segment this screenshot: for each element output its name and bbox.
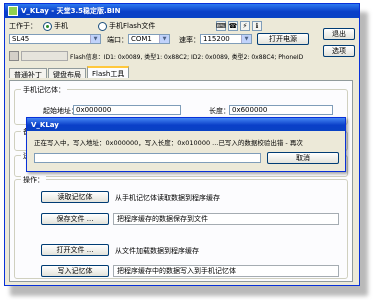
port-label: 端口：: [107, 36, 128, 44]
start-address-input[interactable]: 0x000000: [73, 105, 181, 115]
tab-common-patch[interactable]: 普通补丁: [9, 68, 47, 79]
flash-tools-panel: 手机记忆体： 起始地址： 0x000000 长度： 0x600000 备 送 操…: [9, 80, 353, 282]
read-memory-desc: 从手机记忆体读取数据到程序缓存: [115, 194, 220, 202]
window-title: V_KLay - 天堂3.5稳定版.BIN: [21, 7, 121, 15]
cancel-button[interactable]: 取消: [267, 152, 339, 164]
title-bar[interactable]: V_KLay - 天堂3.5稳定版.BIN: [5, 4, 359, 18]
open-file-button[interactable]: 打开文件 ...: [41, 244, 109, 256]
exit-button[interactable]: 退出: [323, 28, 355, 40]
chevron-down-icon: ▼: [159, 35, 169, 43]
chip-icon: [9, 51, 19, 61]
mode-radio-flash[interactable]: [98, 21, 107, 31]
phone-memory-label: 手机记忆体：: [21, 85, 67, 95]
speed-label: 速率：: [179, 36, 200, 44]
save-file-button[interactable]: 保存文件 ...: [41, 213, 109, 225]
tab-keyboard-layout[interactable]: 键盘布局: [48, 68, 86, 79]
mode-row: 工作于： 手机 手机Flash文件: [9, 21, 155, 31]
flash-icon[interactable]: ⚡: [240, 21, 250, 31]
speed-select[interactable]: 115200 ▼: [200, 34, 252, 44]
port-select[interactable]: COM1 ▼: [128, 34, 170, 44]
open-file-desc: 从文件加载数据到程序缓存: [115, 247, 199, 255]
write-memory-button[interactable]: 写入记忆体: [41, 265, 109, 277]
chevron-down-icon: ▼: [90, 35, 100, 43]
app-icon: [8, 6, 18, 16]
tab-flash-tools[interactable]: Flash工具: [87, 66, 130, 78]
keyboard-icon[interactable]: ⌨: [216, 21, 226, 31]
toolbar: ⌨ ☎ ⚡ ℹ: [214, 21, 262, 31]
mode-label: 工作于：: [9, 22, 37, 30]
read-memory-button[interactable]: 读取记忆体: [41, 191, 109, 203]
mode-radio-phone[interactable]: [43, 21, 52, 31]
dialog-title[interactable]: V_KLay: [27, 118, 345, 131]
open-power-button[interactable]: 打开电源: [257, 33, 309, 45]
operation-label: 操作：: [21, 175, 46, 185]
flash-info-row: Flash信息：ID1: 0x0089, 类型1: 0x88C2; ID2: 0…: [9, 51, 315, 61]
options-button[interactable]: 选项: [323, 45, 355, 57]
tab-strip: 普通补丁 键盘布局 Flash工具: [9, 66, 130, 79]
model-select[interactable]: SL45 ▼: [9, 34, 101, 44]
length-label: 长度：: [209, 107, 230, 115]
progress-bar: [34, 153, 261, 163]
flash-info-text: Flash信息：ID1: 0x0089, 类型1: 0x88C2; ID2: 0…: [70, 53, 304, 61]
chevron-down-icon: ▼: [241, 35, 251, 43]
save-file-desc: 把程序缓存的数据保存到文件: [113, 213, 339, 225]
phone-icon[interactable]: ☎: [228, 21, 238, 31]
length-input[interactable]: 0x600000: [229, 105, 333, 115]
write-memory-desc: 把程序缓存中的数据写入到手机记忆体: [113, 265, 339, 277]
phone-id-field: [21, 51, 68, 61]
progress-dialog: V_KLay 正在写入中，写入地址：0x000000，写入长度：0x010000…: [26, 117, 346, 172]
dialog-message: 正在写入中，写入地址：0x000000，写入长度：0x010000 ...已写入…: [34, 139, 303, 147]
mode-radio-flash-label: 手机Flash文件: [109, 22, 156, 30]
info-icon[interactable]: ℹ: [252, 21, 262, 31]
mode-radio-phone-label: 手机: [54, 22, 68, 30]
operation-group: 操作： 读取记忆体 从手机记忆体读取数据到程序缓存 保存文件 ... 把程序缓存…: [14, 175, 348, 279]
